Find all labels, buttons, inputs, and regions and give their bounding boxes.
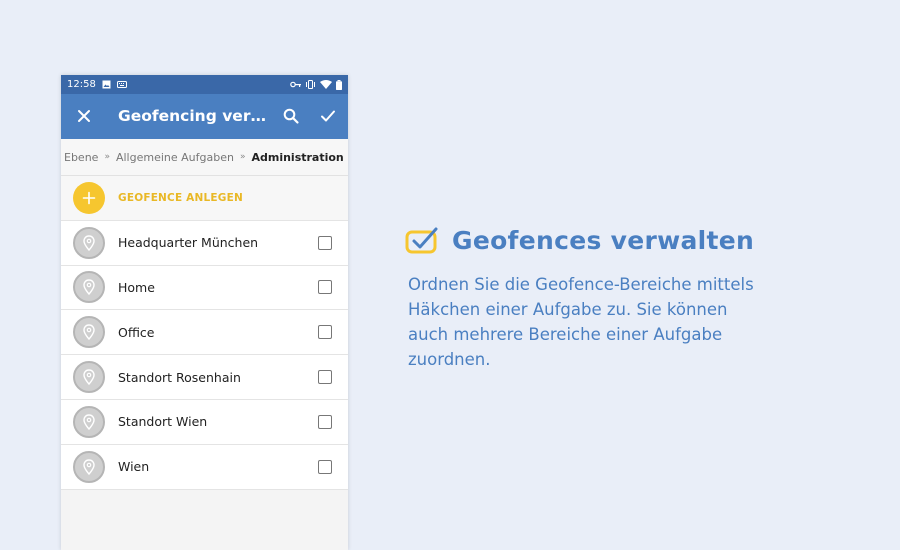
search-icon[interactable]	[282, 107, 300, 129]
page-title: Geofencing verwalten	[118, 107, 268, 125]
create-geofence-row[interactable]: GEOFENCE ANLEGEN	[61, 176, 348, 221]
wifi-icon	[320, 80, 332, 89]
plus-icon[interactable]	[73, 181, 105, 214]
geofence-name: Office	[118, 324, 155, 340]
breadcrumb-item-allgemeine-aufgaben[interactable]: Allgemeine Aufgaben	[116, 151, 234, 164]
list-item[interactable]: Office	[61, 310, 348, 356]
battery-icon	[336, 79, 342, 90]
vpn-key-icon	[290, 81, 301, 88]
check-icon[interactable]	[319, 107, 337, 129]
list-item[interactable]: Headquarter München	[61, 220, 348, 266]
geofence-checkbox[interactable]	[318, 235, 332, 250]
location-pin-icon	[73, 405, 105, 438]
breadcrumb-current: Administration	[251, 150, 344, 164]
checkbox-check-icon	[404, 226, 440, 260]
location-pin-icon	[73, 450, 105, 483]
location-pin-icon	[73, 316, 105, 349]
vibrate-icon	[305, 80, 316, 89]
geofence-name: Wien	[118, 459, 150, 475]
geofence-checkbox[interactable]	[318, 414, 332, 429]
image-notification-icon	[102, 80, 111, 89]
breadcrumb: Ebene » Allgemeine Aufgaben » Administra…	[61, 139, 348, 176]
geofence-checkbox[interactable]	[318, 459, 332, 474]
app-bar: Geofencing verwalten	[61, 94, 348, 139]
geofence-checkbox[interactable]	[318, 325, 332, 340]
breadcrumb-separator: »	[104, 152, 110, 162]
geofence-checkbox[interactable]	[318, 280, 332, 295]
promo-description: Ordnen Sie die Geofence-Bereiche mittels…	[408, 275, 754, 369]
keyboard-notification-icon	[116, 81, 127, 88]
list-item[interactable]: Standort Rosenhain	[61, 355, 348, 400]
geofence-name: Home	[118, 279, 155, 295]
geofence-name: Standort Wien	[118, 414, 208, 430]
geofence-checkbox[interactable]	[318, 370, 332, 385]
close-icon[interactable]	[75, 107, 93, 129]
status-bar: 12:58	[61, 75, 348, 94]
location-pin-icon	[73, 361, 105, 394]
create-geofence-label: GEOFENCE ANLEGEN	[118, 191, 243, 204]
promo-title: Geofences verwalten	[452, 226, 755, 255]
geofence-name: Standort Rosenhain	[118, 369, 241, 385]
location-pin-icon	[73, 226, 105, 259]
breadcrumb-item-ebene[interactable]: Ebene	[64, 151, 98, 164]
list-item[interactable]: Standort Wien	[61, 399, 348, 445]
geofence-name: Headquarter München	[118, 235, 259, 251]
breadcrumb-separator: »	[239, 152, 246, 162]
phone-screen: 12:58 Geofencing verw Ebene » Allgemeine…	[61, 75, 348, 550]
status-time: 12:58	[67, 79, 96, 90]
location-pin-icon	[73, 271, 105, 304]
list-item[interactable]: Home	[61, 265, 348, 311]
list-item[interactable]: Wien	[61, 444, 348, 490]
